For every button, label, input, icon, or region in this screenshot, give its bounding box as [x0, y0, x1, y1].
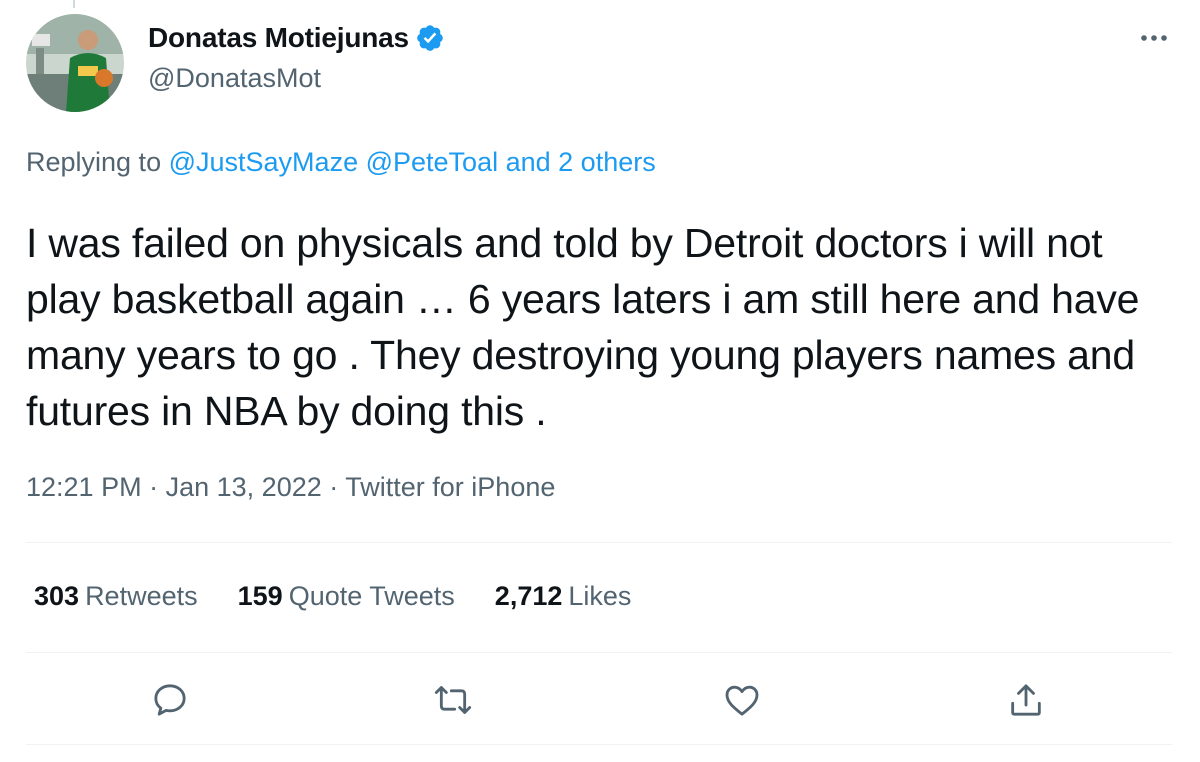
quote-tweets-count: 159	[237, 581, 283, 611]
author-display-name[interactable]: Donatas Motiejunas	[148, 22, 409, 54]
retweet-icon[interactable]	[433, 680, 473, 720]
likes-label: Likes	[568, 581, 632, 611]
divider	[26, 542, 1172, 543]
tweet-meta: 12:21 PM · Jan 13, 2022 · Twitter for iP…	[26, 472, 555, 503]
retweets-stat[interactable]: 303 Retweets	[34, 581, 198, 612]
avatar[interactable]	[26, 14, 124, 112]
replying-to: Replying to @JustSayMaze @PeteToal and 2…	[26, 147, 656, 178]
retweets-count: 303	[34, 581, 80, 611]
reply-icon[interactable]	[150, 680, 190, 720]
meta-separator: ·	[149, 472, 159, 502]
tweet-text: I was failed on physicals and told by De…	[26, 220, 1140, 434]
others-link[interactable]: and 2 others	[506, 147, 656, 177]
likes-count: 2,712	[494, 581, 563, 611]
more-options-icon[interactable]	[1138, 28, 1170, 48]
retweets-label: Retweets	[85, 581, 198, 611]
meta-separator: ·	[329, 472, 339, 502]
tweet-source[interactable]: Twitter for iPhone	[345, 472, 555, 502]
replying-to-label: Replying to	[26, 147, 162, 177]
verified-badge-icon	[415, 23, 445, 53]
quote-tweets-label: Quote Tweets	[288, 581, 455, 611]
quote-tweets-stat[interactable]: 159 Quote Tweets	[238, 581, 455, 612]
author-name-row: Donatas Motiejunas	[148, 22, 445, 54]
likes-stat[interactable]: 2,712 Likes	[495, 581, 632, 612]
mention-link[interactable]: @PeteToal	[366, 147, 498, 177]
tweet-time[interactable]: 12:21 PM	[26, 472, 142, 502]
thread-line	[73, 0, 75, 8]
like-icon[interactable]	[722, 680, 762, 720]
mention-link[interactable]: @JustSayMaze	[169, 147, 358, 177]
tweet-date[interactable]: Jan 13, 2022	[166, 472, 322, 502]
author-handle[interactable]: @DonatasMot	[148, 63, 321, 94]
tweet: Donatas Motiejunas @DonatasMot Replying …	[0, 0, 1200, 762]
divider	[26, 652, 1172, 653]
engagement-stats: 303 Retweets 159 Quote Tweets 2,712 Likes	[34, 581, 671, 612]
divider	[26, 744, 1172, 745]
share-icon[interactable]	[1006, 680, 1046, 720]
